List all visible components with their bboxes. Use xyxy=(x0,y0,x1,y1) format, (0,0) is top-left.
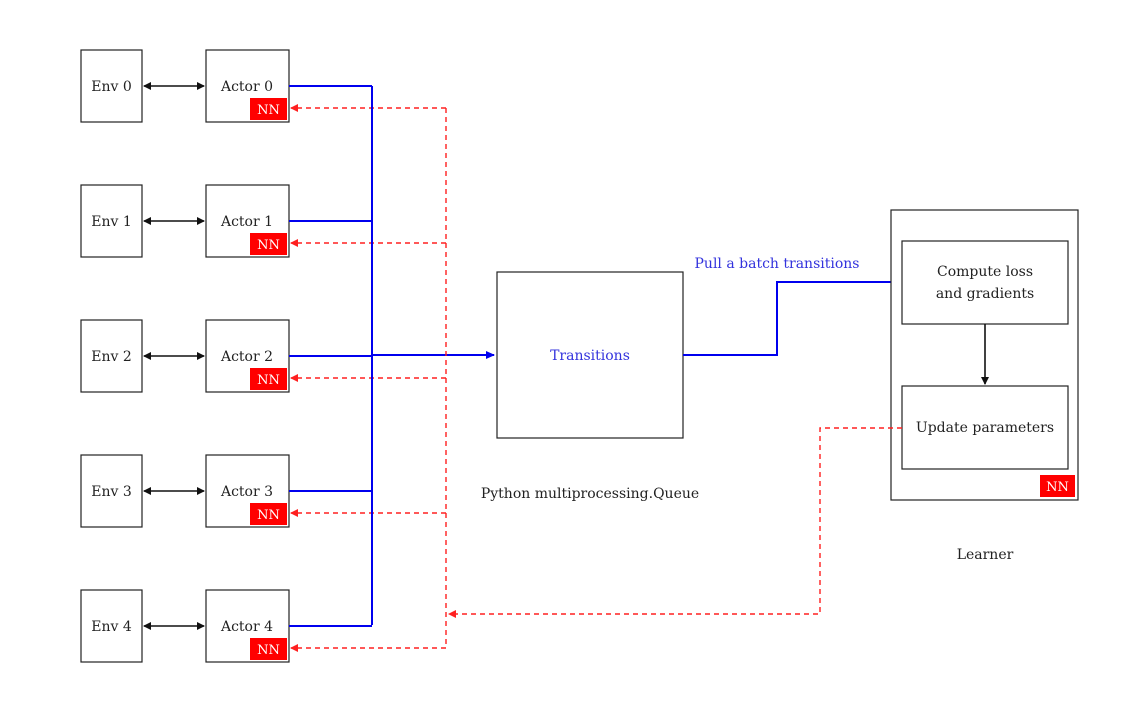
queue-label: Transitions xyxy=(550,348,630,364)
actor-nn-badge: NN xyxy=(250,368,287,390)
actor-nn-badge: NN xyxy=(250,638,287,660)
actor-node-1[interactable]: Actor 1 NN xyxy=(205,184,290,258)
actor-nn-badge: NN xyxy=(250,233,287,255)
learner-nn-badge: NN xyxy=(1040,475,1075,497)
actor-node-3[interactable]: Actor 3 NN xyxy=(205,454,290,528)
actor-label: Actor 3 xyxy=(220,484,273,500)
svg-text:NN: NN xyxy=(257,238,280,253)
env-node-4[interactable]: Env 4 xyxy=(80,589,143,663)
pull-batch-arrow xyxy=(683,278,900,356)
param-sync-arrow xyxy=(448,427,902,618)
svg-text:NN: NN xyxy=(1046,480,1069,495)
compute-loss-line2: and gradients xyxy=(936,286,1034,302)
env-node-1[interactable]: Env 1 xyxy=(80,184,143,258)
actor-nn-badge: NN xyxy=(250,503,287,525)
actor-label: Actor 4 xyxy=(220,619,273,635)
learner-caption: Learner xyxy=(957,547,1014,563)
env-label: Env 1 xyxy=(91,214,132,230)
queue-node[interactable]: Transitions xyxy=(496,271,684,439)
env-label: Env 2 xyxy=(91,349,132,365)
actor-label: Actor 0 xyxy=(220,79,273,95)
svg-text:NN: NN xyxy=(257,643,280,658)
architecture-diagram: Env 0 Actor 0 NN Env 1 Actor 1 NN Env 2 Actor 2… xyxy=(80,49,1079,663)
env-node-3[interactable]: Env 3 xyxy=(80,454,143,528)
actor-node-2[interactable]: Actor 2 NN xyxy=(205,319,290,393)
queue-caption: Python multiprocessing.Queue xyxy=(481,486,699,502)
actor-node-0[interactable]: Actor 0 NN xyxy=(205,49,290,123)
env-node-0[interactable]: Env 0 xyxy=(80,49,143,123)
actor-nn-badge: NN xyxy=(250,98,287,120)
env-node-2[interactable]: Env 2 xyxy=(80,319,143,393)
env-label: Env 3 xyxy=(91,484,132,500)
svg-text:NN: NN xyxy=(257,103,280,118)
env-label: Env 0 xyxy=(91,79,132,95)
actor-node-4[interactable]: Actor 4 NN xyxy=(205,589,290,663)
actor-label: Actor 2 xyxy=(220,349,273,365)
update-parameters-label: Update parameters xyxy=(916,420,1054,436)
pull-batch-label: Pull a batch transitions xyxy=(695,256,860,272)
learner-node[interactable]: Compute loss and gradients Update parame… xyxy=(890,209,1079,501)
compute-loss-node[interactable]: Compute loss and gradients xyxy=(901,240,1069,325)
svg-text:NN: NN xyxy=(257,508,280,523)
actor-label: Actor 1 xyxy=(220,214,273,230)
svg-text:NN: NN xyxy=(257,373,280,388)
env-label: Env 4 xyxy=(91,619,132,635)
update-parameters-node[interactable]: Update parameters xyxy=(901,385,1069,470)
compute-loss-line1: Compute loss xyxy=(937,264,1033,280)
